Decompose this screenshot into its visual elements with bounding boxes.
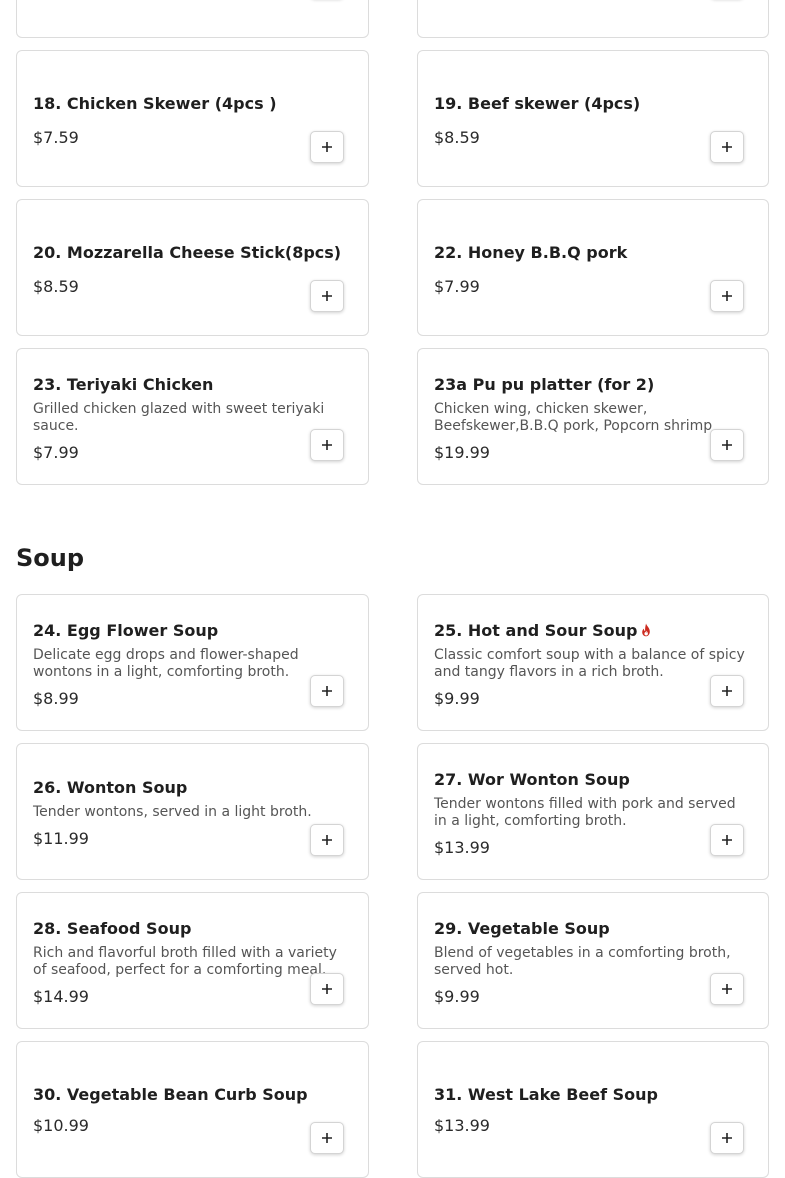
item-name: 30. Vegetable Bean Curb Soup (33, 1085, 308, 1104)
menu-item-card[interactable]: 27. Wor Wonton Soup Tender wontons fille… (417, 743, 769, 880)
menu-item-card[interactable]: 26. Wonton Soup Tender wontons, served i… (16, 743, 369, 880)
plus-icon (722, 291, 732, 301)
add-to-cart-button[interactable] (310, 824, 344, 856)
menu-item-card[interactable]: 24. Egg Flower Soup Delicate egg drops a… (16, 594, 369, 731)
add-to-cart-button[interactable] (710, 675, 744, 707)
add-to-cart-button[interactable] (310, 131, 344, 163)
item-name: 18. Chicken Skewer (4pcs ) (33, 94, 277, 113)
item-name: 23. Teriyaki Chicken (33, 375, 214, 394)
plus-icon (722, 440, 732, 450)
plus-icon (322, 142, 332, 152)
plus-icon (322, 984, 332, 994)
item-price: $7.99 (434, 277, 480, 296)
menu-item-card[interactable]: 19. Beef skewer (4pcs) $8.59 (417, 50, 769, 187)
item-price: $7.99 (33, 443, 79, 462)
plus-icon (322, 686, 332, 696)
item-description: Tender wontons, served in a light broth. (33, 804, 312, 820)
plus-icon (722, 1133, 732, 1143)
add-to-cart-button[interactable] (310, 280, 344, 312)
menu-item-card[interactable]: 22. Honey B.B.Q pork $7.99 (417, 199, 769, 336)
menu-item-card[interactable] (417, 0, 769, 38)
item-name: 20. Mozzarella Cheese Stick(8pcs) (33, 243, 342, 262)
item-name-row: 25. Hot and Sour Soup (434, 621, 752, 641)
item-price: $19.99 (434, 443, 490, 462)
item-name: 31. West Lake Beef Soup (434, 1085, 658, 1104)
item-name: 29. Vegetable Soup (434, 919, 610, 938)
item-name: 27. Wor Wonton Soup (434, 770, 630, 789)
item-name: 24. Egg Flower Soup (33, 621, 219, 640)
plus-icon (322, 291, 332, 301)
add-to-cart-button[interactable] (710, 131, 744, 163)
menu-item-card[interactable]: 20. Mozzarella Cheese Stick(8pcs) $8.59 (16, 199, 369, 336)
add-to-cart-button[interactable] (710, 1122, 744, 1154)
menu-item-card[interactable]: 25. Hot and Sour Soup Classic comfort so… (417, 594, 769, 731)
item-description: Chicken wing, chicken skewer, Beefskewer… (434, 401, 713, 434)
item-name: 23a Pu pu platter (for 2) (434, 375, 655, 394)
item-price: $7.59 (33, 128, 79, 147)
section-title-soup: Soup (16, 544, 85, 572)
plus-icon (322, 1133, 332, 1143)
add-to-cart-button[interactable] (310, 429, 344, 461)
add-to-cart-button[interactable] (310, 675, 344, 707)
add-to-cart-button[interactable] (710, 973, 744, 1005)
item-price: $9.99 (434, 689, 480, 708)
item-price: $9.99 (434, 987, 480, 1006)
menu-item-card[interactable]: 23. Teriyaki Chicken Grilled chicken gla… (16, 348, 369, 485)
add-to-cart-button[interactable] (710, 429, 744, 461)
item-price: $10.99 (33, 1116, 89, 1135)
add-to-cart-button[interactable] (310, 1122, 344, 1154)
add-to-cart-button[interactable] (710, 824, 744, 856)
plus-icon (722, 686, 732, 696)
item-price: $13.99 (434, 838, 490, 857)
plus-icon (322, 440, 332, 450)
menu-item-card[interactable]: 23a Pu pu platter (for 2) Chicken wing, … (417, 348, 769, 485)
item-price: $8.59 (33, 277, 79, 296)
item-name: 26. Wonton Soup (33, 778, 188, 797)
menu-item-card[interactable]: 28. Seafood Soup Rich and flavorful brot… (16, 892, 369, 1029)
item-price: $13.99 (434, 1116, 490, 1135)
menu-item-card[interactable]: 30. Vegetable Bean Curb Soup $10.99 (16, 1041, 369, 1178)
item-name: 28. Seafood Soup (33, 919, 192, 938)
item-description: Grilled chicken glazed with sweet teriya… (33, 401, 325, 434)
plus-icon (722, 984, 732, 994)
menu-item-card[interactable] (16, 0, 369, 38)
item-description: Tender wontons filled with pork and serv… (434, 796, 736, 829)
plus-icon (722, 835, 732, 845)
item-name: 22. Honey B.B.Q pork (434, 243, 628, 262)
item-price: $11.99 (33, 829, 89, 848)
spicy-flame-icon (640, 622, 652, 641)
menu-item-card[interactable]: 18. Chicken Skewer (4pcs ) $7.59 (16, 50, 369, 187)
menu-item-card[interactable]: 29. Vegetable Soup Blend of vegetables i… (417, 892, 769, 1029)
item-description: Rich and flavorful broth filled with a v… (33, 945, 337, 978)
item-description: Classic comfort soup with a balance of s… (434, 647, 745, 680)
plus-icon (322, 835, 332, 845)
item-name: 19. Beef skewer (4pcs) (434, 94, 641, 113)
item-price: $8.59 (434, 128, 480, 147)
item-description: Blend of vegetables in a comforting brot… (434, 945, 731, 978)
item-price: $14.99 (33, 987, 89, 1006)
plus-icon (722, 142, 732, 152)
add-to-cart-button[interactable] (310, 973, 344, 1005)
item-price: $8.99 (33, 689, 79, 708)
item-name: 25. Hot and Sour Soup (434, 621, 638, 640)
menu-item-card[interactable]: 31. West Lake Beef Soup $13.99 (417, 1041, 769, 1178)
add-to-cart-button[interactable] (710, 280, 744, 312)
item-description: Delicate egg drops and flower-shaped won… (33, 647, 299, 680)
